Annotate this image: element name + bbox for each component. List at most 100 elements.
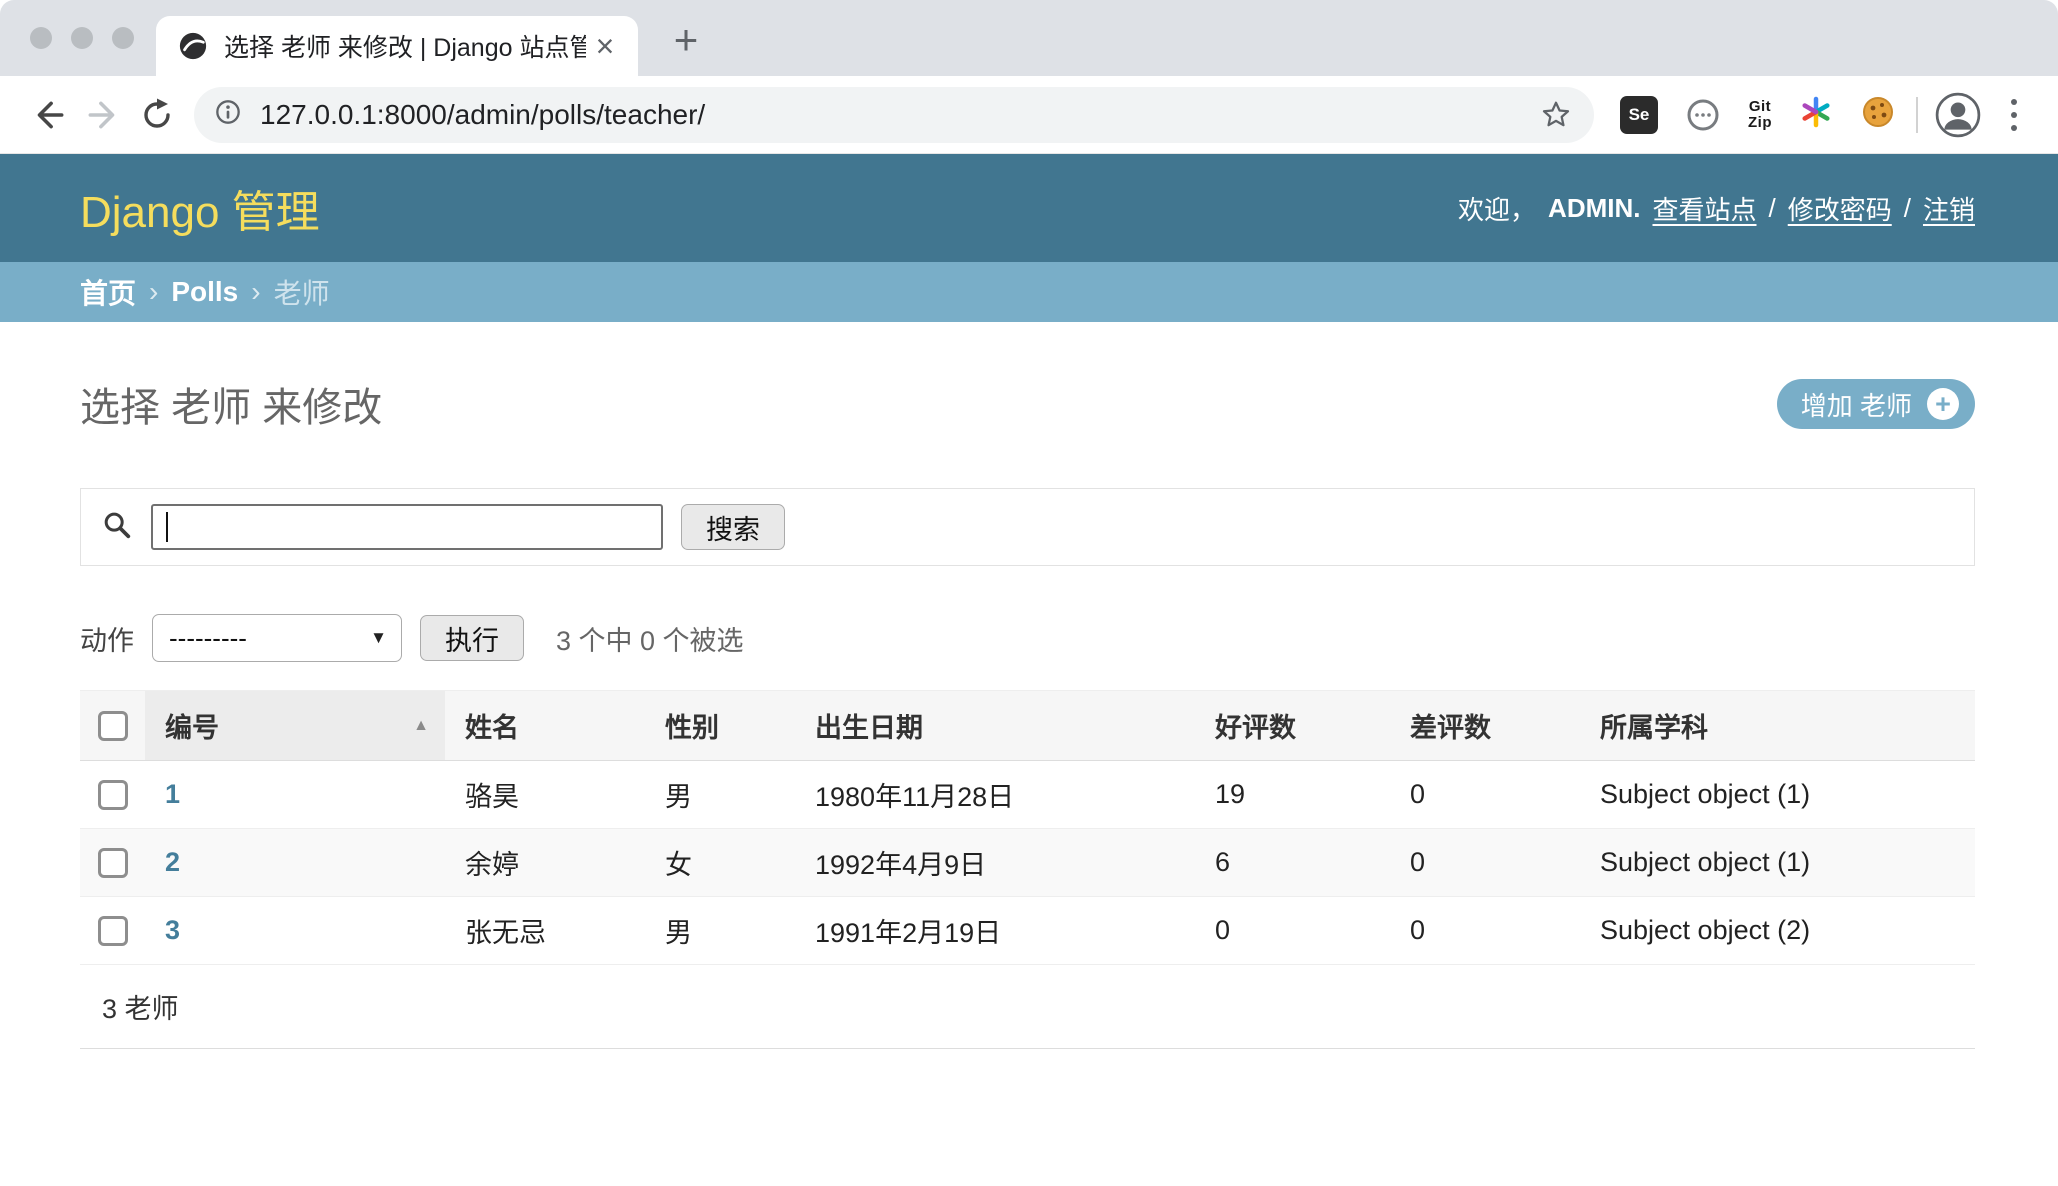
minimize-window-button[interactable] [71, 27, 93, 49]
cell-subject: Subject object (1) [1580, 761, 1975, 829]
logout-link[interactable]: 注销 [1923, 190, 1975, 227]
breadcrumb: 首页 › Polls › 老师 [0, 262, 2058, 322]
row-checkbox[interactable] [98, 848, 128, 878]
table-row: 3 张无忌 男 1991年2月19日 0 0 Subject object (2… [80, 897, 1975, 965]
username: ADMIN. [1548, 193, 1640, 224]
browser-window: 选择 老师 来修改 | Django 站点管理 × + [0, 0, 2058, 1186]
close-window-button[interactable] [30, 27, 52, 49]
cell-good: 6 [1195, 829, 1390, 897]
select-all-checkbox[interactable] [98, 711, 128, 741]
plus-icon: + [1927, 388, 1959, 420]
forward-icon[interactable] [76, 88, 130, 142]
url-text[interactable]: 127.0.0.1:8000/admin/polls/teacher/ [260, 99, 1536, 131]
cell-bad: 0 [1390, 829, 1580, 897]
site-favicon-icon [178, 31, 208, 61]
page-info-icon[interactable] [212, 96, 244, 133]
bookmark-star-icon[interactable] [1536, 95, 1576, 135]
search-button[interactable]: 搜索 [681, 504, 785, 550]
traffic-lights [30, 0, 134, 76]
select-all-cell [80, 691, 145, 761]
cell-birth: 1980年11月28日 [795, 761, 1195, 829]
column-header-id-label: 编号 [165, 706, 219, 745]
table-row: 2 余婷 女 1992年4月9日 6 0 Subject object (1) [80, 829, 1975, 897]
gitzip-line1: Git [1748, 99, 1772, 115]
column-header-birth[interactable]: 出生日期 [795, 691, 1195, 761]
breadcrumb-separator: › [251, 276, 260, 308]
text-caret [166, 512, 168, 542]
action-label: 动作 [80, 619, 134, 658]
tab-title: 选择 老师 来修改 | Django 站点管理 [224, 28, 586, 64]
admin-header: Django 管理 欢迎， ADMIN. 查看站点 / 修改密码 / 注销 [0, 154, 2058, 262]
table-row: 1 骆昊 男 1980年11月28日 19 0 Subject object (… [80, 761, 1975, 829]
link-separator: / [1904, 193, 1911, 224]
selenium-extension-icon[interactable]: Se [1620, 96, 1658, 134]
cell-bad: 0 [1390, 761, 1580, 829]
cookie-extension-icon[interactable] [1860, 94, 1896, 135]
cell-gender: 女 [645, 829, 795, 897]
action-go-button[interactable]: 执行 [420, 615, 524, 661]
tab-close-icon[interactable]: × [586, 27, 624, 65]
result-count: 3 老师 [80, 965, 1975, 1049]
gitzip-line2: Zip [1748, 115, 1772, 131]
search-input-wrap [151, 504, 663, 550]
new-tab-button[interactable]: + [660, 14, 712, 66]
cell-subject: Subject object (2) [1580, 897, 1975, 965]
browser-tab[interactable]: 选择 老师 来修改 | Django 站点管理 × [156, 16, 638, 76]
result-table: 编号 ▲ 姓名 性别 出生日期 好评数 差评数 所属学科 1 骆昊 [80, 690, 1975, 965]
actions-row: 动作 --------- ▼ 执行 3 个中 0 个被选 [80, 614, 1975, 662]
cell-gender: 男 [645, 897, 795, 965]
breadcrumb-app-link[interactable]: Polls [171, 276, 238, 308]
breadcrumb-current: 老师 [274, 272, 330, 312]
cell-name: 张无忌 [445, 897, 645, 965]
profile-avatar-icon[interactable] [1934, 91, 1982, 139]
cell-birth: 1991年2月19日 [795, 897, 1195, 965]
pinwheel-extension-icon[interactable] [1798, 94, 1834, 135]
cell-good: 19 [1195, 761, 1390, 829]
selection-counter: 3 个中 0 个被选 [556, 619, 744, 658]
back-icon[interactable] [22, 88, 76, 142]
circle-extension-icon[interactable] [1684, 96, 1722, 134]
tab-strip: 选择 老师 来修改 | Django 站点管理 × + [0, 0, 2058, 76]
cell-subject: Subject object (1) [1580, 829, 1975, 897]
gitzip-extension-icon[interactable]: Git Zip [1748, 99, 1772, 131]
search-panel: 搜索 [80, 488, 1975, 566]
content-header: 选择 老师 来修改 增加 老师 + [80, 374, 1975, 434]
reload-icon[interactable] [130, 88, 184, 142]
chevron-down-icon: ▼ [370, 628, 387, 648]
sort-ascending-icon[interactable]: ▲ [413, 717, 429, 735]
browser-menu-icon[interactable] [1992, 93, 2036, 137]
column-header-subject[interactable]: 所属学科 [1580, 691, 1975, 761]
address-bar[interactable]: 127.0.0.1:8000/admin/polls/teacher/ [194, 87, 1594, 143]
changelist-content: 选择 老师 来修改 增加 老师 + 搜索 动作 --------- [0, 374, 2058, 1049]
row-checkbox[interactable] [98, 780, 128, 810]
add-button-label: 增加 老师 [1801, 386, 1912, 423]
cell-name: 余婷 [445, 829, 645, 897]
column-header-bad[interactable]: 差评数 [1390, 691, 1580, 761]
site-name[interactable]: Django 管理 [80, 176, 320, 240]
column-header-name[interactable]: 姓名 [445, 691, 645, 761]
row-id-link[interactable]: 3 [165, 915, 180, 945]
cell-gender: 男 [645, 761, 795, 829]
search-input[interactable] [151, 504, 663, 550]
page-title: 选择 老师 来修改 [80, 375, 382, 433]
row-checkbox[interactable] [98, 916, 128, 946]
table-header-row: 编号 ▲ 姓名 性别 出生日期 好评数 差评数 所属学科 [80, 691, 1975, 761]
change-password-link[interactable]: 修改密码 [1788, 190, 1892, 227]
toolbar-divider [1916, 97, 1918, 133]
cell-birth: 1992年4月9日 [795, 829, 1195, 897]
user-tools: 欢迎， ADMIN. 查看站点 / 修改密码 / 注销 [1458, 190, 1975, 227]
zoom-window-button[interactable] [112, 27, 134, 49]
row-id-link[interactable]: 2 [165, 847, 180, 877]
breadcrumb-home-link[interactable]: 首页 [80, 272, 136, 312]
extensions-area: Se Git Zip [1608, 94, 1908, 135]
cell-name: 骆昊 [445, 761, 645, 829]
column-header-id[interactable]: 编号 ▲ [145, 691, 445, 761]
cell-good: 0 [1195, 897, 1390, 965]
search-icon [101, 509, 133, 546]
column-header-gender[interactable]: 性别 [645, 691, 795, 761]
view-site-link[interactable]: 查看站点 [1652, 190, 1756, 227]
add-teacher-button[interactable]: 增加 老师 + [1777, 379, 1975, 429]
column-header-good[interactable]: 好评数 [1195, 691, 1390, 761]
row-id-link[interactable]: 1 [165, 779, 180, 809]
action-select[interactable]: --------- ▼ [152, 614, 402, 662]
